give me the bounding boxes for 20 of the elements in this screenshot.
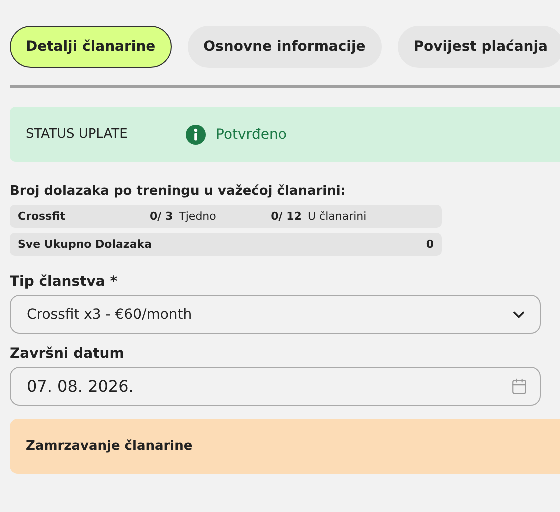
tab[interactable]: Povijest plaćanja — [398, 26, 560, 68]
total-label: U članarini — [308, 210, 367, 223]
freeze-panel-title: Zamrzavanje članarine — [10, 419, 560, 474]
total-count: 0/ 12 — [271, 210, 302, 223]
attendance-heading: Broj dolazaka po treningu u važećoj članarini: — [10, 184, 348, 199]
info-icon — [186, 124, 206, 144]
calendar-icon[interactable] — [511, 378, 528, 395]
weekly-label: Tjedno — [179, 210, 218, 223]
field-label: Završni datum — [10, 346, 126, 362]
total-name: Sve Ukupno Dolazaka — [18, 238, 152, 251]
status-value: Potvrđeno — [216, 126, 287, 142]
training-name: Crossfit — [18, 210, 67, 223]
membership-select[interactable]: Crossfit x3 - €60/month — [10, 295, 541, 334]
tab[interactable]: Detalji članarine — [10, 26, 172, 68]
status-label: STATUS UPLATE — [26, 127, 129, 142]
total-value: 0 — [426, 238, 434, 251]
weekly-count: 0/ 3 — [150, 210, 174, 223]
field-label: Tip članstva * — [10, 274, 119, 290]
tab[interactable]: Osnovne informacije — [188, 26, 382, 68]
date-field[interactable]: 07. 08. 2026. — [10, 367, 541, 406]
